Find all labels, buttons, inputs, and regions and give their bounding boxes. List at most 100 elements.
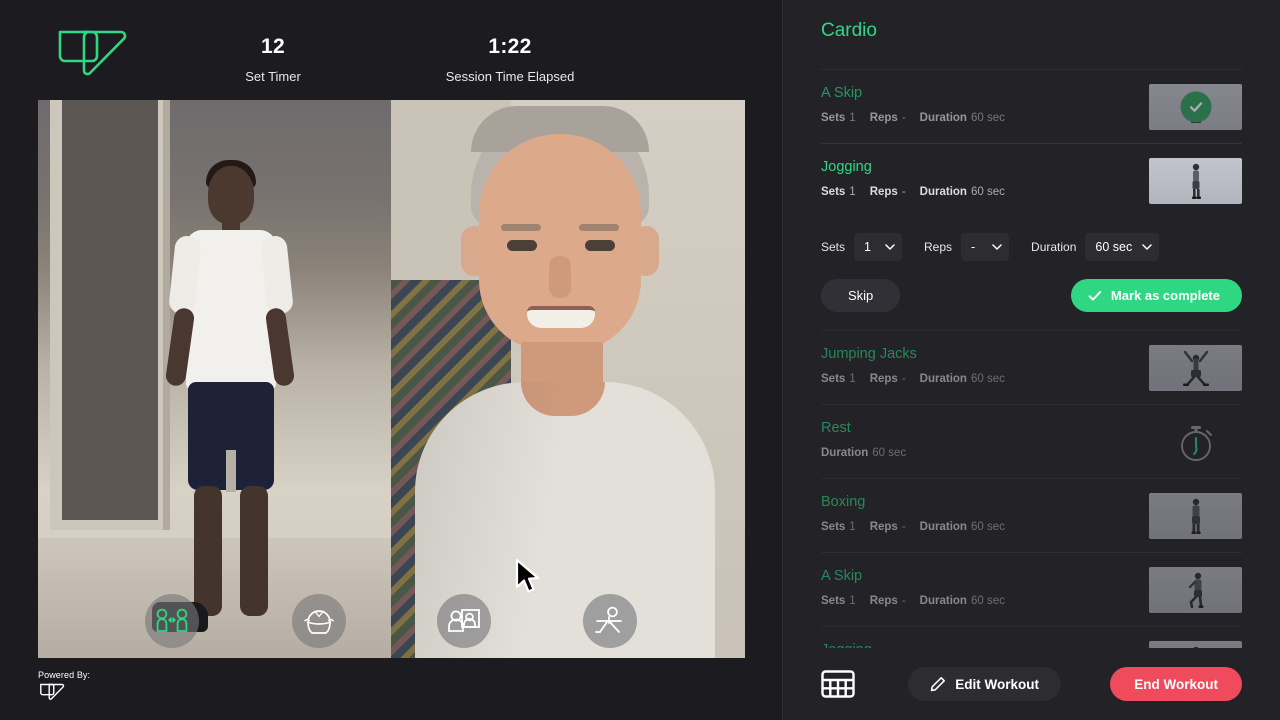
video-pane: 12 Set Timer 1:22 Session Time Elapsed P… (0, 0, 782, 720)
exercise-meta: Sets 1 Reps - Duration 60 sec (821, 520, 1149, 534)
exercise-row-a-skip[interactable]: A Skip Sets 1 Reps - Duration 60 sec (821, 552, 1242, 626)
exercise-info: Jogging Sets1Reps-Duration60 sec (821, 641, 1149, 648)
swap-participants-icon (156, 608, 188, 632)
duration-control-label: Duration (1031, 240, 1077, 254)
exercise-row-jogging-active[interactable]: Jogging Sets 1 Reps - Duration 60 sec (821, 143, 1242, 217)
exercise-meta: Sets 1 Reps - Duration 60 sec (821, 111, 1149, 125)
duration-label: Duration (821, 447, 869, 459)
swap-participants-button[interactable] (145, 594, 199, 648)
coach-cap-icon (303, 610, 335, 634)
rest-indicator (1149, 419, 1242, 465)
exercise-figure-icon (1191, 163, 1201, 199)
doorway-decor (62, 100, 158, 520)
workout-panel: Cardio A Skip Sets 1 Reps - Duration 60 sec (782, 0, 1280, 720)
powered-by-label: Powered By: (38, 670, 91, 680)
reps-label: Reps (869, 112, 898, 124)
sets-value: 1 (849, 521, 856, 533)
exercise-meta: Duration 60 sec (821, 446, 1149, 460)
active-exercise-controls: Sets 1 Reps - Duration 60 sec Skip Mark … (821, 217, 1242, 330)
exercise-info: A Skip Sets 1 Reps - Duration 60 sec (821, 84, 1149, 125)
duration-label: Duration (919, 521, 967, 533)
sets-label: Sets (821, 373, 846, 385)
duration-value: 60 sec (970, 186, 1005, 198)
sets-control-label: Sets (821, 240, 846, 254)
exercise-figure-icon (1193, 646, 1198, 648)
reps-value: - (901, 186, 906, 198)
coach-view-button[interactable] (292, 594, 346, 648)
exercise-name: Jumping Jacks (821, 346, 917, 362)
stopwatch-icon (1180, 426, 1212, 461)
exercise-name: Rest (821, 420, 851, 436)
exercise-row-rest[interactable]: Rest Duration 60 sec (821, 404, 1242, 478)
exercise-info: Rest Duration 60 sec (821, 419, 1149, 460)
mark-as-complete-label: Mark as complete (1110, 288, 1220, 303)
set-timer: 12 Set Timer (153, 34, 393, 85)
check-icon (1189, 102, 1202, 112)
exercise-action-row: Skip Mark as complete (821, 279, 1242, 312)
exercise-row-jogging[interactable]: Jogging Sets1Reps-Duration60 sec (821, 626, 1242, 648)
workout-grid-button[interactable] (821, 668, 859, 700)
mark-as-complete-button[interactable]: Mark as complete (1070, 279, 1242, 312)
set-timer-value: 12 (261, 35, 285, 58)
edit-workout-button[interactable]: Edit Workout (908, 667, 1061, 701)
panel-footer: Edit Workout End Workout (783, 648, 1280, 720)
powered-by-logo-icon (40, 683, 65, 700)
exercise-thumbnail[interactable] (1149, 567, 1242, 613)
exercise-info: Jogging Sets1Reps-Duration60 sec (821, 158, 1149, 199)
workout-session-screen: 12 Set Timer 1:22 Session Time Elapsed P… (0, 0, 1280, 720)
end-workout-button[interactable]: End Workout (1110, 667, 1242, 701)
exercise-figure-icon (1188, 572, 1203, 609)
sets-select-value: 1 (864, 240, 871, 254)
coach-video[interactable] (391, 100, 745, 658)
exercise-name: Boxing (821, 494, 866, 510)
duration-select[interactable]: 60 sec (1085, 233, 1160, 261)
exercise-info: Jumping Jacks Sets 1 Reps - Duration 60 sec (821, 345, 1149, 386)
skip-button[interactable]: Skip (821, 279, 901, 312)
video-stage[interactable] (38, 100, 745, 658)
exercise-parameter-row: Sets 1 Reps - Duration 60 sec (821, 233, 1242, 261)
exercise-list[interactable]: A Skip Sets 1 Reps - Duration 60 sec Jog… (783, 69, 1280, 648)
duration-value: 60 sec (970, 595, 1005, 607)
doorframe-decor (50, 100, 170, 530)
reps-label: Reps (869, 186, 898, 198)
completed-badge (1180, 91, 1211, 123)
reps-control-label: Reps (924, 240, 953, 254)
vera-wing-logo-icon (58, 30, 127, 76)
reps-label: Reps (869, 521, 898, 533)
reps-select-value: - (971, 240, 976, 254)
reps-value: - (901, 521, 906, 533)
session-header: 12 Set Timer 1:22 Session Time Elapsed (0, 0, 782, 100)
exercise-row-boxing[interactable]: Boxing Sets 1 Reps - Duration 60 sec (821, 478, 1242, 552)
reps-select[interactable]: - (961, 233, 1010, 261)
check-icon (1088, 290, 1102, 301)
exercise-thumbnail[interactable] (1149, 158, 1242, 204)
chevron-down-icon (1142, 244, 1153, 250)
session-timer-value: 1:22 (488, 35, 532, 58)
exercise-row-jumping-jacks[interactable]: Jumping Jacks Sets 1 Reps - Duration 60 sec (821, 330, 1242, 404)
exercise-meta: Sets 1 Reps - Duration 60 sec (821, 185, 1149, 199)
duration-value: 60 sec (970, 521, 1005, 533)
chevron-down-icon (885, 244, 895, 250)
session-timer-label: Session Time Elapsed (445, 69, 575, 84)
session-timer: 1:22 Session Time Elapsed (390, 34, 630, 85)
picture-in-picture-button[interactable] (437, 594, 491, 648)
participant-video[interactable] (38, 100, 391, 658)
exercise-thumbnail[interactable] (1149, 345, 1242, 391)
exercise-thumbnail[interactable] (1149, 493, 1242, 539)
sets-select[interactable]: 1 (854, 233, 903, 261)
exercise-info: A Skip Sets 1 Reps - Duration 60 sec (821, 567, 1149, 608)
exercise-thumbnail[interactable] (1149, 641, 1242, 648)
exercise-row-a-skip-completed[interactable]: A Skip Sets 1 Reps - Duration 60 sec (821, 69, 1242, 143)
pose-tracking-icon (595, 606, 622, 633)
duration-label: Duration (919, 595, 967, 607)
exercise-thumbnail[interactable] (1149, 84, 1242, 130)
sets-value: 1 (849, 186, 856, 198)
duration-label: Duration (919, 186, 967, 198)
reps-value: - (901, 373, 906, 385)
exercise-name: A Skip (821, 568, 863, 584)
duration-select-value: 60 sec (1095, 240, 1133, 254)
duration-value: 60 sec (872, 447, 907, 459)
pose-tracking-button[interactable] (583, 594, 637, 648)
sets-value: 1 (849, 595, 856, 607)
sets-value: 1 (849, 112, 856, 124)
